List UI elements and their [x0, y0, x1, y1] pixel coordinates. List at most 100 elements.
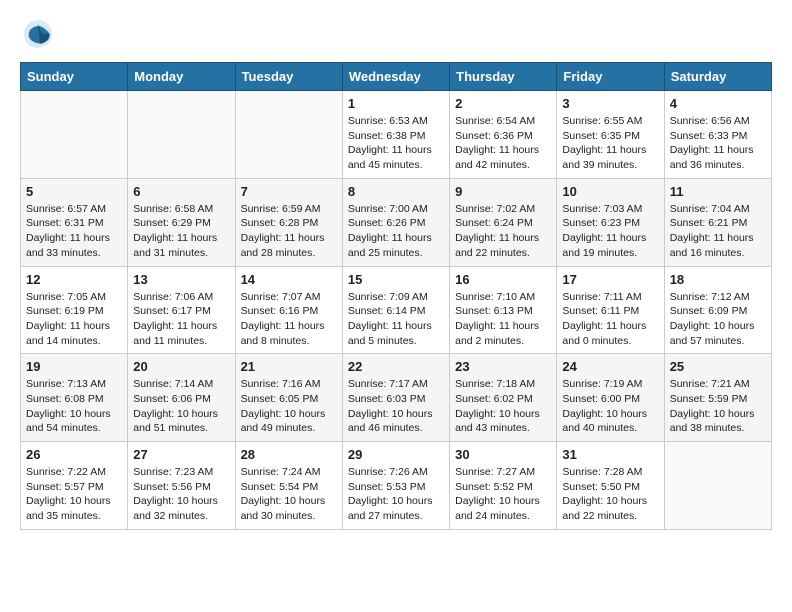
day-number: 2: [455, 96, 551, 111]
calendar-cell: 4Sunrise: 6:56 AMSunset: 6:33 PMDaylight…: [664, 91, 771, 179]
page-header: [20, 16, 772, 52]
calendar-cell: [664, 442, 771, 530]
calendar-cell: 30 Sunrise: 7:27 AMSunset: 5:52 PMDayligh…: [450, 442, 557, 530]
weekday-header-thursday: Thursday: [450, 63, 557, 91]
weekday-header-friday: Friday: [557, 63, 664, 91]
calendar-cell: 16 Sunrise: 7:10 AMSunset: 6:13 PMDayligh…: [450, 266, 557, 354]
day-number: 14: [241, 272, 337, 287]
calendar-cell: 13Sunrise: 7:06 AMSunset: 6:17 PMDayligh…: [128, 266, 235, 354]
calendar-cell: 10 Sunrise: 7:03 AMSunset: 6:23 PMDayligh…: [557, 178, 664, 266]
calendar-week-row: 19 Sunrise: 7:13 AMSunset: 6:08 PMDayligh…: [21, 354, 772, 442]
cell-content: Sunrise: 7:10 AMSunset: 6:13 PMDaylight:…: [455, 290, 551, 349]
calendar-cell: 26 Sunrise: 7:22 AMSunset: 5:57 PMDayligh…: [21, 442, 128, 530]
cell-content: Sunrise: 7:16 AMSunset: 6:05 PMDaylight:…: [241, 377, 337, 436]
cell-content: Sunrise: 7:12 AMSunset: 6:09 PMDaylight:…: [670, 290, 766, 349]
cell-content: Sunrise: 7:28 AMSunset: 5:50 PMDaylight:…: [562, 465, 658, 524]
calendar-cell: 31 Sunrise: 7:28 AMSunset: 5:50 PMDayligh…: [557, 442, 664, 530]
calendar-cell: [21, 91, 128, 179]
cell-content: Sunrise: 6:55 AMSunset: 6:35 PMDaylight:…: [562, 114, 658, 173]
weekday-header-tuesday: Tuesday: [235, 63, 342, 91]
day-number: 6: [133, 184, 229, 199]
calendar-cell: 15 Sunrise: 7:09 AMSunset: 6:14 PMDayligh…: [342, 266, 449, 354]
day-number: 4: [670, 96, 766, 111]
day-number: 10: [562, 184, 658, 199]
calendar-week-row: 5 Sunrise: 6:57 AMSunset: 6:31 PMDaylight…: [21, 178, 772, 266]
day-number: 17: [562, 272, 658, 287]
calendar-week-row: 12 Sunrise: 7:05 AMSunset: 6:19 PMDayligh…: [21, 266, 772, 354]
day-number: 27: [133, 447, 229, 462]
day-number: 16: [455, 272, 551, 287]
cell-content: Sunrise: 6:57 AMSunset: 6:31 PMDaylight:…: [26, 202, 122, 261]
calendar-cell: [235, 91, 342, 179]
calendar-cell: 28 Sunrise: 7:24 AMSunset: 5:54 PMDayligh…: [235, 442, 342, 530]
cell-content: Sunrise: 6:53 AMSunset: 6:38 PMDaylight:…: [348, 114, 444, 173]
cell-content: Sunrise: 7:03 AMSunset: 6:23 PMDaylight:…: [562, 202, 658, 261]
day-number: 15: [348, 272, 444, 287]
calendar-cell: 21 Sunrise: 7:16 AMSunset: 6:05 PMDayligh…: [235, 354, 342, 442]
logo: [20, 16, 60, 52]
cell-content: Sunrise: 7:27 AMSunset: 5:52 PMDaylight:…: [455, 465, 551, 524]
cell-content: Sunrise: 7:04 AMSunset: 6:21 PMDaylight:…: [670, 202, 766, 261]
day-number: 28: [241, 447, 337, 462]
day-number: 31: [562, 447, 658, 462]
cell-content: Sunrise: 7:05 AMSunset: 6:19 PMDaylight:…: [26, 290, 122, 349]
calendar-cell: 25 Sunrise: 7:21 AMSunset: 5:59 PMDayligh…: [664, 354, 771, 442]
day-number: 26: [26, 447, 122, 462]
day-number: 25: [670, 359, 766, 374]
day-number: 9: [455, 184, 551, 199]
cell-content: Sunrise: 7:14 AMSunset: 6:06 PMDaylight:…: [133, 377, 229, 436]
calendar-cell: 29 Sunrise: 7:26 AMSunset: 5:53 PMDayligh…: [342, 442, 449, 530]
calendar-table: SundayMondayTuesdayWednesdayThursdayFrid…: [20, 62, 772, 530]
calendar-cell: 11 Sunrise: 7:04 AMSunset: 6:21 PMDayligh…: [664, 178, 771, 266]
cell-content: Sunrise: 7:23 AMSunset: 5:56 PMDaylight:…: [133, 465, 229, 524]
calendar-cell: 7Sunrise: 6:59 AMSunset: 6:28 PMDaylight…: [235, 178, 342, 266]
calendar-cell: 2 Sunrise: 6:54 AMSunset: 6:36 PMDaylight…: [450, 91, 557, 179]
day-number: 5: [26, 184, 122, 199]
cell-content: Sunrise: 6:59 AMSunset: 6:28 PMDaylight:…: [241, 202, 337, 261]
day-number: 11: [670, 184, 766, 199]
cell-content: Sunrise: 7:19 AMSunset: 6:00 PMDaylight:…: [562, 377, 658, 436]
calendar-cell: 17 Sunrise: 7:11 AMSunset: 6:11 PMDayligh…: [557, 266, 664, 354]
cell-content: Sunrise: 7:02 AMSunset: 6:24 PMDaylight:…: [455, 202, 551, 261]
cell-content: Sunrise: 6:58 AMSunset: 6:29 PMDaylight:…: [133, 202, 229, 261]
cell-content: Sunrise: 7:09 AMSunset: 6:14 PMDaylight:…: [348, 290, 444, 349]
cell-content: Sunrise: 7:00 AMSunset: 6:26 PMDaylight:…: [348, 202, 444, 261]
day-number: 13: [133, 272, 229, 287]
day-number: 30: [455, 447, 551, 462]
day-number: 21: [241, 359, 337, 374]
day-number: 3: [562, 96, 658, 111]
calendar-cell: 24 Sunrise: 7:19 AMSunset: 6:00 PMDayligh…: [557, 354, 664, 442]
day-number: 19: [26, 359, 122, 374]
day-number: 12: [26, 272, 122, 287]
calendar-cell: 5 Sunrise: 6:57 AMSunset: 6:31 PMDaylight…: [21, 178, 128, 266]
calendar-cell: 6 Sunrise: 6:58 AMSunset: 6:29 PMDaylight…: [128, 178, 235, 266]
logo-icon: [20, 16, 56, 52]
weekday-header-sunday: Sunday: [21, 63, 128, 91]
day-number: 18: [670, 272, 766, 287]
day-number: 20: [133, 359, 229, 374]
weekday-header-saturday: Saturday: [664, 63, 771, 91]
cell-content: Sunrise: 6:54 AMSunset: 6:36 PMDaylight:…: [455, 114, 551, 173]
cell-content: Sunrise: 7:24 AMSunset: 5:54 PMDaylight:…: [241, 465, 337, 524]
calendar-cell: 18 Sunrise: 7:12 AMSunset: 6:09 PMDayligh…: [664, 266, 771, 354]
cell-content: Sunrise: 7:26 AMSunset: 5:53 PMDaylight:…: [348, 465, 444, 524]
cell-content: Sunrise: 7:22 AMSunset: 5:57 PMDaylight:…: [26, 465, 122, 524]
calendar-cell: 12 Sunrise: 7:05 AMSunset: 6:19 PMDayligh…: [21, 266, 128, 354]
day-number: 24: [562, 359, 658, 374]
day-number: 1: [348, 96, 444, 111]
cell-content: Sunrise: 7:21 AMSunset: 5:59 PMDaylight:…: [670, 377, 766, 436]
weekday-header-wednesday: Wednesday: [342, 63, 449, 91]
calendar-cell: 27 Sunrise: 7:23 AMSunset: 5:56 PMDayligh…: [128, 442, 235, 530]
cell-content: Sunrise: 7:11 AMSunset: 6:11 PMDaylight:…: [562, 290, 658, 349]
cell-content: Sunrise: 7:13 AMSunset: 6:08 PMDaylight:…: [26, 377, 122, 436]
calendar-cell: 22Sunrise: 7:17 AMSunset: 6:03 PMDayligh…: [342, 354, 449, 442]
day-number: 29: [348, 447, 444, 462]
day-number: 8: [348, 184, 444, 199]
calendar-cell: 23Sunrise: 7:18 AMSunset: 6:02 PMDayligh…: [450, 354, 557, 442]
cell-content: Sunrise: 7:07 AMSunset: 6:16 PMDaylight:…: [241, 290, 337, 349]
weekday-header-row: SundayMondayTuesdayWednesdayThursdayFrid…: [21, 63, 772, 91]
calendar-cell: [128, 91, 235, 179]
cell-content: Sunrise: 7:17 AMSunset: 6:03 PMDaylight:…: [348, 377, 444, 436]
calendar-cell: 8 Sunrise: 7:00 AMSunset: 6:26 PMDaylight…: [342, 178, 449, 266]
calendar-cell: 19 Sunrise: 7:13 AMSunset: 6:08 PMDayligh…: [21, 354, 128, 442]
